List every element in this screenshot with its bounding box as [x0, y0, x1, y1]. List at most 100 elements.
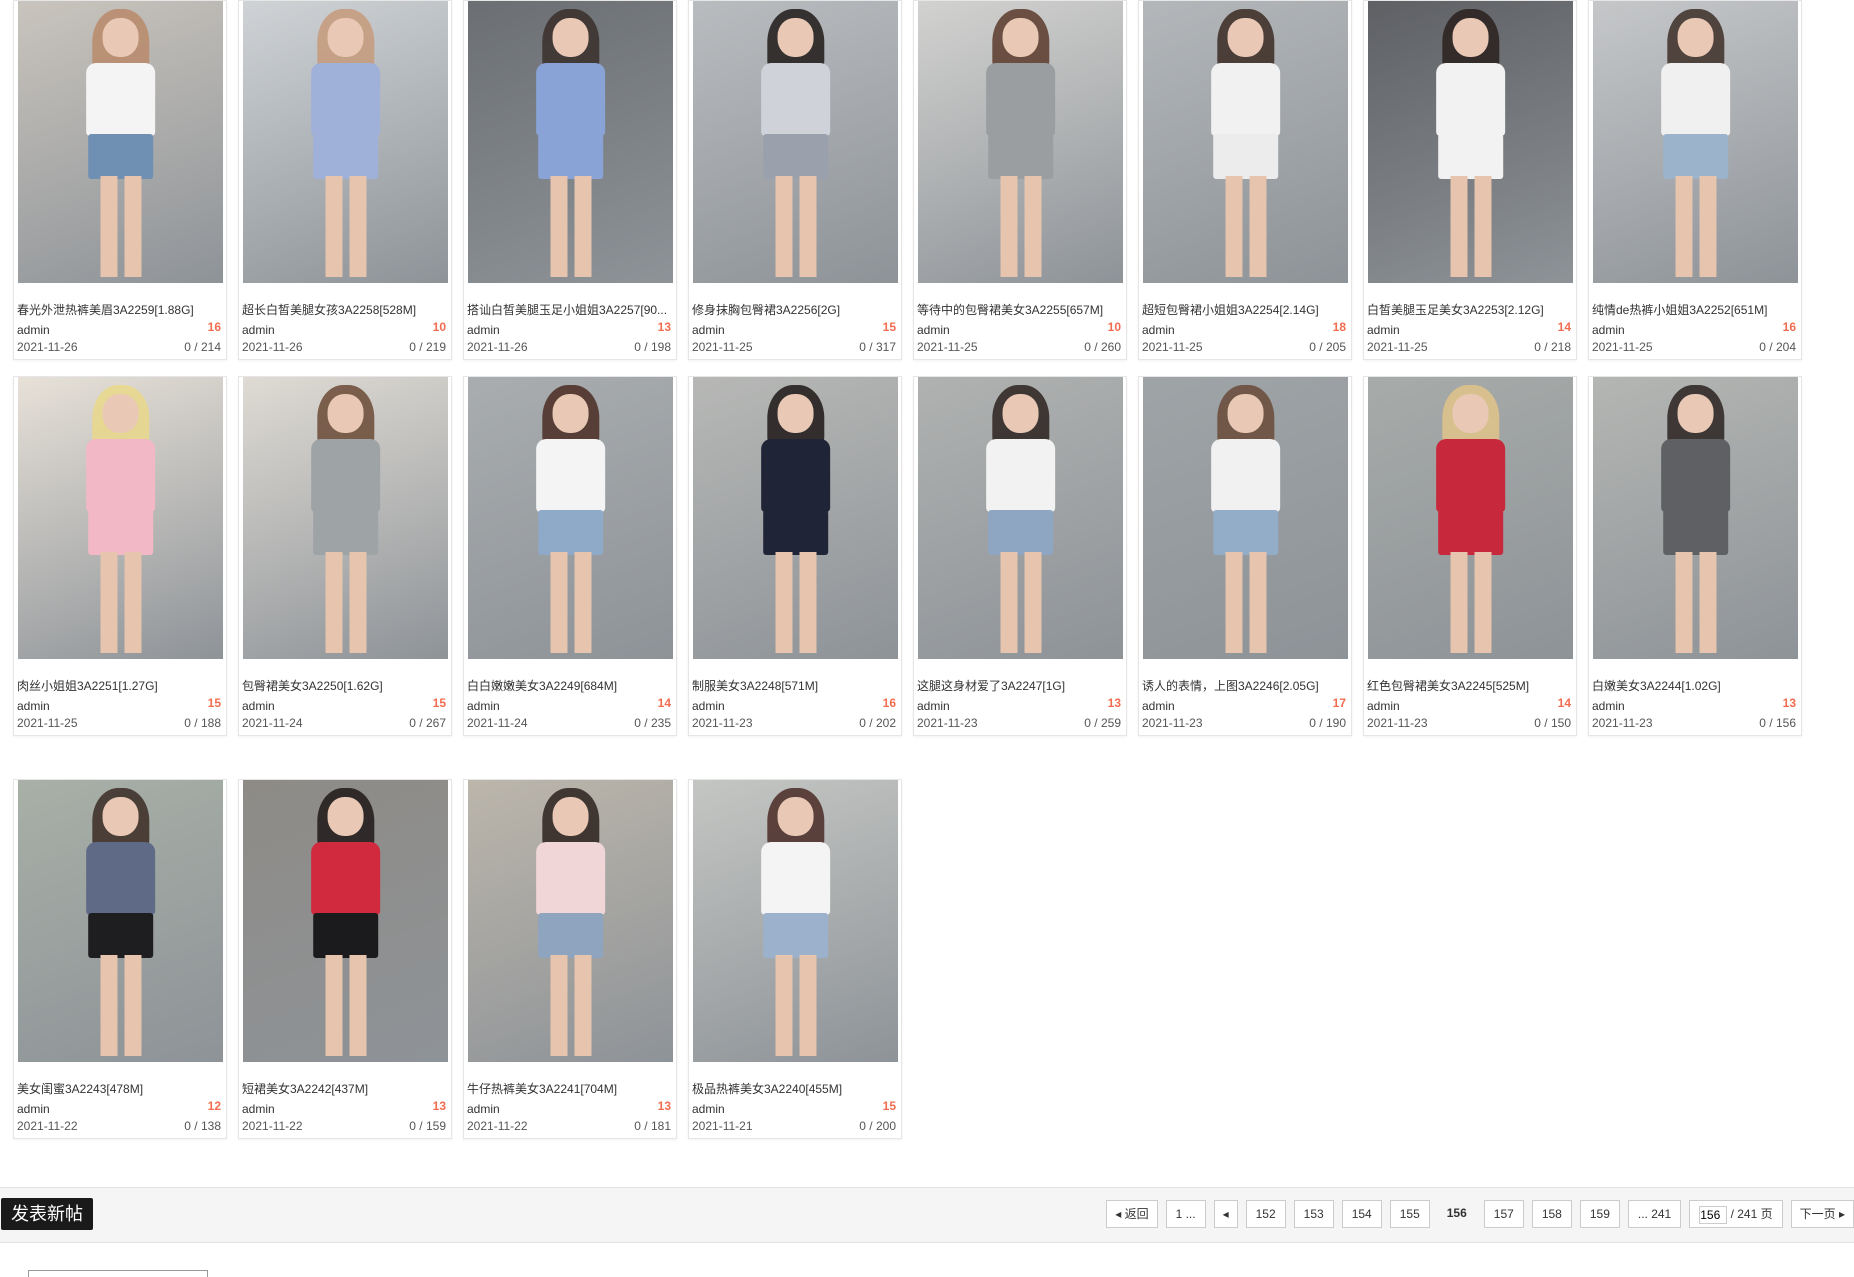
- thread-author[interactable]: admin: [242, 323, 275, 337]
- page-152[interactable]: 152: [1245, 1200, 1286, 1228]
- thread-thumbnail[interactable]: [243, 377, 448, 659]
- thread-title[interactable]: 超短包臀裙小姐姐3A2254[2.14G]: [1142, 301, 1347, 318]
- page-jump-input[interactable]: [1699, 1205, 1728, 1224]
- thread-author[interactable]: admin: [692, 323, 725, 337]
- thread-title[interactable]: 修身抹胸包臀裙3A2256[2G]: [692, 301, 897, 318]
- page-first[interactable]: 1 ...: [1165, 1200, 1206, 1228]
- thread-author[interactable]: admin: [1142, 323, 1175, 337]
- thread-thumbnail[interactable]: [693, 1, 898, 283]
- thread-author[interactable]: admin: [467, 699, 500, 713]
- thread-thumbnail[interactable]: [918, 1, 1123, 283]
- thread-title[interactable]: 美女闺蜜3A2243[478M]: [17, 1080, 222, 1097]
- thread-author[interactable]: admin: [17, 699, 50, 713]
- thread-card[interactable]: 超长白皙美腿女孩3A2258[528M] admin 10 2021-11-26…: [238, 0, 452, 360]
- thread-title[interactable]: 制服美女3A2248[571M]: [692, 677, 897, 694]
- thread-thumbnail[interactable]: [1593, 377, 1798, 659]
- thread-thumbnail[interactable]: [693, 377, 898, 659]
- thread-card[interactable]: 这腿这身材爱了3A2247[1G] admin 13 2021-11-23 0 …: [913, 376, 1127, 736]
- thread-author[interactable]: admin: [17, 323, 50, 337]
- thread-card[interactable]: 牛仔热裤美女3A2241[704M] admin 13 2021-11-22 0…: [463, 779, 677, 1139]
- thread-card[interactable]: 等待中的包臀裙美女3A2255[657M] admin 10 2021-11-2…: [913, 0, 1127, 360]
- thread-title[interactable]: 春光外泄热裤美眉3A2259[1.88G]: [17, 301, 222, 318]
- thread-title[interactable]: 白皙美腿玉足美女3A2253[2.12G]: [1367, 301, 1572, 318]
- thread-author[interactable]: admin: [242, 1102, 275, 1116]
- thread-stats: 0 / 138: [184, 1119, 221, 1133]
- thread-thumbnail[interactable]: [1368, 1, 1573, 283]
- thread-author[interactable]: admin: [1592, 699, 1625, 713]
- thread-author[interactable]: admin: [467, 1102, 500, 1116]
- thread-author[interactable]: admin: [17, 1102, 50, 1116]
- thread-title[interactable]: 短裙美女3A2242[437M]: [242, 1080, 447, 1097]
- thread-thumbnail[interactable]: [693, 780, 898, 1062]
- thread-thumbnail[interactable]: [18, 1, 223, 283]
- prev-page-button[interactable]: ◂: [1213, 1200, 1238, 1228]
- thread-title[interactable]: 这腿这身材爱了3A2247[1G]: [917, 677, 1122, 694]
- page-last[interactable]: ... 241: [1627, 1200, 1682, 1228]
- thread-thumbnail[interactable]: [18, 377, 223, 659]
- thread-title[interactable]: 白白嫩嫩美女3A2249[684M]: [467, 677, 672, 694]
- thread-card[interactable]: 修身抹胸包臀裙3A2256[2G] admin 15 2021-11-25 0 …: [688, 0, 902, 360]
- page-158[interactable]: 158: [1531, 1200, 1572, 1228]
- thread-thumbnail[interactable]: [468, 1, 673, 283]
- page-153[interactable]: 153: [1293, 1200, 1334, 1228]
- thread-author[interactable]: admin: [917, 699, 950, 713]
- page-159[interactable]: 159: [1579, 1200, 1620, 1228]
- thread-card[interactable]: 白皙美腿玉足美女3A2253[2.12G] admin 14 2021-11-2…: [1363, 0, 1577, 360]
- thread-title[interactable]: 包臀裙美女3A2250[1.62G]: [242, 677, 447, 694]
- thread-card[interactable]: 诱人的表情，上图3A2246[2.05G] admin 17 2021-11-2…: [1138, 376, 1352, 736]
- thread-card[interactable]: 包臀裙美女3A2250[1.62G] admin 15 2021-11-24 0…: [238, 376, 452, 736]
- thread-title[interactable]: 红色包臀裙美女3A2245[525M]: [1367, 677, 1572, 694]
- thread-card[interactable]: 白嫩美女3A2244[1.02G] admin 13 2021-11-23 0 …: [1588, 376, 1802, 736]
- thread-card[interactable]: 短裙美女3A2242[437M] admin 13 2021-11-22 0 /…: [238, 779, 452, 1139]
- thread-card[interactable]: 白白嫩嫩美女3A2249[684M] admin 14 2021-11-24 0…: [463, 376, 677, 736]
- thread-title[interactable]: 极品热裤美女3A2240[455M]: [692, 1080, 897, 1097]
- thread-thumbnail[interactable]: [18, 780, 223, 1062]
- thread-card[interactable]: 春光外泄热裤美眉3A2259[1.88G] admin 16 2021-11-2…: [13, 0, 227, 360]
- thread-hot-count: 13: [432, 1099, 446, 1113]
- thread-title[interactable]: 纯情de热裤小姐姐3A2252[651M]: [1592, 301, 1797, 318]
- thread-thumbnail[interactable]: [1143, 377, 1348, 659]
- thread-thumbnail[interactable]: [1143, 1, 1348, 283]
- thread-author[interactable]: admin: [467, 323, 500, 337]
- thread-card[interactable]: 肉丝小姐姐3A2251[1.27G] admin 15 2021-11-25 0…: [13, 376, 227, 736]
- thread-author[interactable]: admin: [917, 323, 950, 337]
- thread-card[interactable]: 搭讪白皙美腿玉足小姐姐3A2257[90... admin 13 2021-11…: [463, 0, 677, 360]
- thread-title[interactable]: 牛仔热裤美女3A2241[704M]: [467, 1080, 672, 1097]
- thread-thumbnail[interactable]: [918, 377, 1123, 659]
- thread-date: 2021-11-25: [692, 340, 753, 354]
- thread-card[interactable]: 美女闺蜜3A2243[478M] admin 12 2021-11-22 0 /…: [13, 779, 227, 1139]
- thread-author[interactable]: admin: [692, 1102, 725, 1116]
- thread-author[interactable]: admin: [1142, 699, 1175, 713]
- thread-hot-count: 10: [432, 320, 446, 334]
- thread-title[interactable]: 等待中的包臀裙美女3A2255[657M]: [917, 301, 1122, 318]
- page-155[interactable]: 155: [1389, 1200, 1430, 1228]
- thread-card[interactable]: 超短包臀裙小姐姐3A2254[2.14G] admin 18 2021-11-2…: [1138, 0, 1352, 360]
- page-157[interactable]: 157: [1483, 1200, 1524, 1228]
- thread-title[interactable]: 肉丝小姐姐3A2251[1.27G]: [17, 677, 222, 694]
- thread-title[interactable]: 白嫩美女3A2244[1.02G]: [1592, 677, 1797, 694]
- thread-author[interactable]: admin: [242, 699, 275, 713]
- next-page-button[interactable]: 下一页 ▸: [1790, 1200, 1854, 1228]
- thread-title[interactable]: 搭讪白皙美腿玉足小姐姐3A2257[90...: [467, 301, 672, 318]
- thread-card[interactable]: 纯情de热裤小姐姐3A2252[651M] admin 16 2021-11-2…: [1588, 0, 1802, 360]
- thread-author[interactable]: admin: [692, 699, 725, 713]
- thread-thumbnail[interactable]: [468, 780, 673, 1062]
- thread-thumbnail[interactable]: [1368, 377, 1573, 659]
- thread-title[interactable]: 超长白皙美腿女孩3A2258[528M]: [242, 301, 447, 318]
- thread-card[interactable]: 制服美女3A2248[571M] admin 16 2021-11-23 0 /…: [688, 376, 902, 736]
- bottom-box: [28, 1270, 208, 1277]
- thread-author[interactable]: admin: [1592, 323, 1625, 337]
- new-post-button[interactable]: 发表新帖: [1, 1198, 93, 1230]
- thread-thumbnail[interactable]: [1593, 1, 1798, 283]
- thread-thumbnail[interactable]: [468, 377, 673, 659]
- thread-stats: 0 / 202: [859, 716, 896, 730]
- thread-title[interactable]: 诱人的表情，上图3A2246[2.05G]: [1142, 677, 1347, 694]
- thread-card[interactable]: 极品热裤美女3A2240[455M] admin 15 2021-11-21 0…: [688, 779, 902, 1139]
- thread-thumbnail[interactable]: [243, 1, 448, 283]
- page-154[interactable]: 154: [1341, 1200, 1382, 1228]
- thread-card[interactable]: 红色包臀裙美女3A2245[525M] admin 14 2021-11-23 …: [1363, 376, 1577, 736]
- thread-author[interactable]: admin: [1367, 323, 1400, 337]
- thread-thumbnail[interactable]: [243, 780, 448, 1062]
- thread-author[interactable]: admin: [1367, 699, 1400, 713]
- back-button[interactable]: ◂ 返回: [1106, 1200, 1158, 1228]
